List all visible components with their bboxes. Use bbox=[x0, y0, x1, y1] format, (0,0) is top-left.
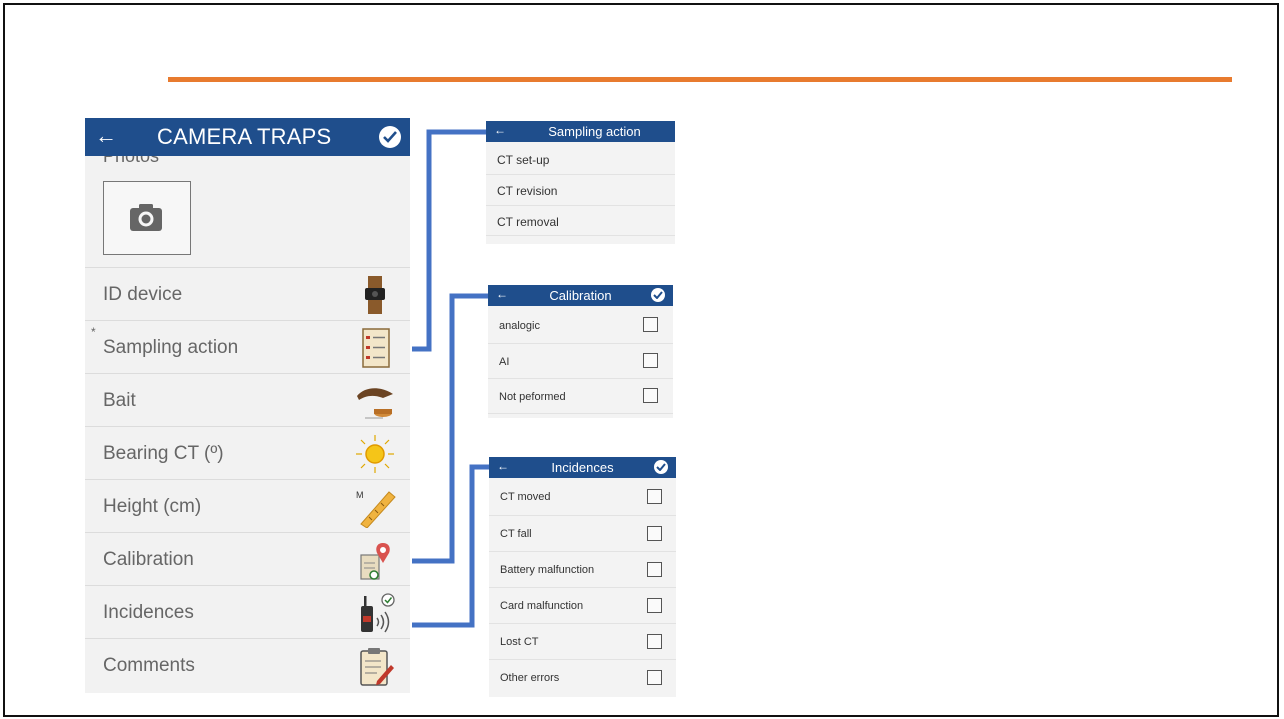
option-battery-malfunction[interactable]: Battery malfunction bbox=[489, 551, 676, 588]
option-ct-revision[interactable]: CT revision bbox=[486, 174, 675, 205]
option-label: AI bbox=[499, 356, 510, 368]
option-ct-fall[interactable]: CT fall bbox=[489, 515, 676, 552]
row-calibration[interactable]: Calibration bbox=[85, 532, 410, 586]
row-label: Calibration bbox=[103, 549, 194, 570]
confirm-check-icon[interactable] bbox=[379, 126, 401, 148]
row-height[interactable]: Height (cm) M bbox=[85, 479, 410, 533]
required-marker: * bbox=[91, 325, 96, 339]
option-ct-removal[interactable]: CT removal bbox=[486, 205, 675, 236]
option-label: Card malfunction bbox=[500, 600, 584, 612]
checkbox[interactable] bbox=[643, 353, 658, 368]
option-label: Lost CT bbox=[500, 636, 539, 648]
bait-icon bbox=[357, 388, 393, 419]
list-icon bbox=[362, 328, 390, 368]
option-label: Not peformed bbox=[499, 391, 566, 403]
row-comments[interactable]: Comments bbox=[85, 638, 410, 692]
checkbox[interactable] bbox=[647, 634, 662, 649]
option-lost-ct[interactable]: Lost CT bbox=[489, 623, 676, 660]
clipboard-pen-icon bbox=[360, 648, 394, 686]
option-label: Battery malfunction bbox=[500, 564, 595, 576]
checkbox[interactable] bbox=[643, 317, 658, 332]
incidences-panel: ← Incidences CT moved CT fall Battery ma… bbox=[489, 457, 676, 697]
row-sampling-action[interactable]: * Sampling action bbox=[85, 320, 410, 374]
option-other-errors[interactable]: Other errors bbox=[489, 659, 676, 696]
map-pin-clipboard-icon bbox=[360, 543, 390, 580]
checkbox[interactable] bbox=[643, 388, 658, 403]
photo-capture-button[interactable] bbox=[103, 181, 191, 255]
back-arrow-icon[interactable]: ← bbox=[95, 123, 117, 149]
row-bearing-ct[interactable]: Bearing CT (º) bbox=[85, 426, 410, 480]
camera-traps-form: ← CAMERA TRAPS Photos ID device * Sampli… bbox=[85, 118, 410, 693]
panel-title: Sampling action bbox=[548, 124, 641, 139]
ruler-icon: M bbox=[356, 490, 396, 528]
row-label: Sampling action bbox=[103, 337, 239, 358]
row-label: ID device bbox=[103, 284, 183, 305]
panel-title: Calibration bbox=[549, 288, 612, 303]
sun-icon bbox=[356, 435, 394, 473]
calibration-panel: ← Calibration analogic AI Not peformed bbox=[488, 285, 673, 418]
connector-calibration bbox=[412, 293, 488, 564]
row-label: Bearing CT (º) bbox=[103, 443, 224, 464]
calibration-app-bar: ← Calibration bbox=[488, 285, 673, 306]
row-label: Height (cm) bbox=[103, 496, 202, 517]
confirm-check-icon[interactable] bbox=[651, 288, 665, 302]
checkbox[interactable] bbox=[647, 670, 662, 685]
radio-icon bbox=[361, 593, 395, 633]
sampling-action-panel: ← Sampling action CT set-up CT revision … bbox=[486, 121, 675, 244]
option-label: CT revision bbox=[497, 184, 558, 198]
checkbox[interactable] bbox=[647, 598, 662, 613]
option-label: CT moved bbox=[500, 491, 551, 503]
checkbox[interactable] bbox=[647, 526, 662, 541]
row-bait[interactable]: Bait bbox=[85, 373, 410, 427]
checkbox[interactable] bbox=[647, 489, 662, 504]
option-label: Other errors bbox=[500, 672, 560, 684]
divider bbox=[486, 235, 675, 237]
option-label: CT fall bbox=[500, 528, 532, 540]
camera-icon bbox=[130, 204, 162, 231]
confirm-check-icon[interactable] bbox=[654, 460, 668, 474]
svg-text:M: M bbox=[356, 490, 364, 500]
row-incidences[interactable]: Incidences bbox=[85, 585, 410, 639]
device-icon bbox=[365, 276, 385, 314]
option-card-malfunction[interactable]: Card malfunction bbox=[489, 587, 676, 624]
option-ct-moved[interactable]: CT moved bbox=[489, 479, 676, 515]
app-bar: ← CAMERA TRAPS bbox=[85, 118, 410, 156]
option-ai[interactable]: AI bbox=[488, 343, 673, 379]
row-label: Incidences bbox=[103, 602, 194, 623]
incidences-app-bar: ← Incidences bbox=[489, 457, 676, 478]
page-title: CAMERA TRAPS bbox=[157, 124, 332, 149]
option-label: CT set-up bbox=[497, 153, 550, 167]
option-label: CT removal bbox=[497, 215, 559, 229]
option-not-performed[interactable]: Not peformed bbox=[488, 378, 673, 414]
option-analogic[interactable]: analogic bbox=[488, 308, 673, 343]
option-label: analogic bbox=[499, 320, 540, 332]
panel-title: Incidences bbox=[551, 460, 614, 475]
divider bbox=[488, 413, 673, 415]
option-ct-set-up[interactable]: CT set-up bbox=[486, 144, 675, 174]
row-label: Bait bbox=[103, 390, 136, 411]
checkbox[interactable] bbox=[647, 562, 662, 577]
sampling-app-bar: ← Sampling action bbox=[486, 121, 675, 142]
row-label: Comments bbox=[103, 655, 195, 676]
row-id-device[interactable]: ID device bbox=[85, 267, 410, 321]
